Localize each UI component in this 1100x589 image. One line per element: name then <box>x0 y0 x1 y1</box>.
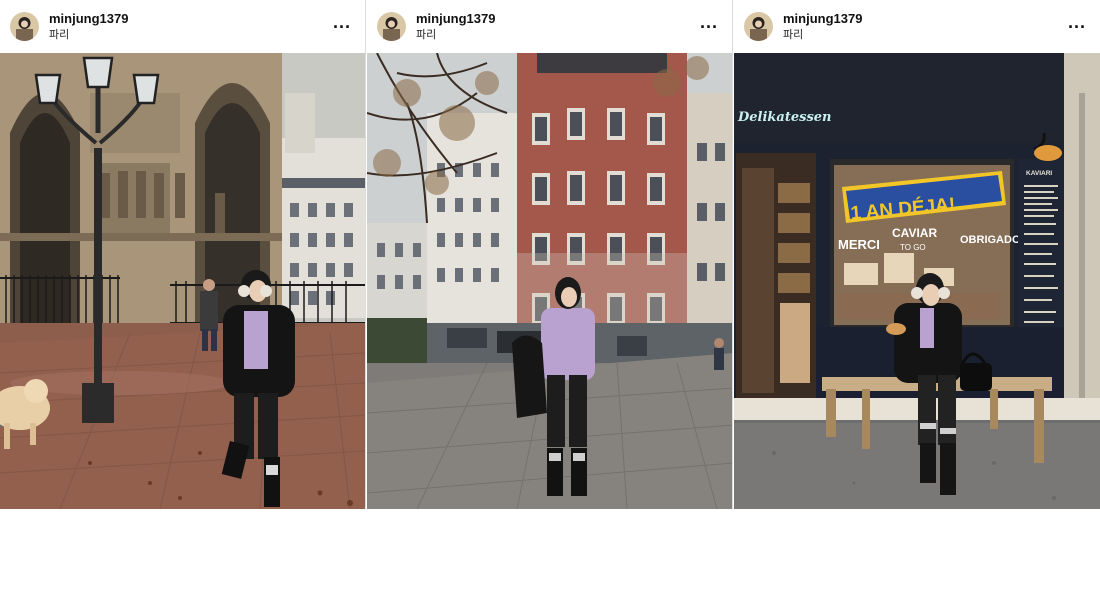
avatar[interactable] <box>377 12 406 41</box>
to-go-text: TO GO <box>900 243 926 252</box>
post-photo[interactable] <box>367 53 732 509</box>
caviar-text: CAVIAR <box>892 226 937 240</box>
more-horizontal-icon[interactable]: ··· <box>1064 14 1090 40</box>
post-meta: minjung1379 파리 <box>49 11 329 42</box>
post-meta: minjung1379 파리 <box>783 11 1064 42</box>
avatar[interactable] <box>744 12 773 41</box>
post-meta: minjung1379 파리 <box>416 11 696 42</box>
obrigado-text: OBRIGADO <box>960 234 1021 246</box>
username[interactable]: minjung1379 <box>783 11 1064 27</box>
more-horizontal-icon[interactable]: ··· <box>696 14 722 40</box>
post-card: minjung1379 파리 ··· <box>367 0 733 509</box>
username[interactable]: minjung1379 <box>416 11 696 27</box>
more-horizontal-icon[interactable]: ··· <box>329 14 355 40</box>
post-header: minjung1379 파리 ··· <box>734 0 1100 53</box>
post-card: minjung1379 파리 ··· <box>0 0 366 509</box>
kaviari-text: KAVIARI <box>1026 170 1052 177</box>
post-header: minjung1379 파리 ··· <box>0 0 365 53</box>
location-label[interactable]: 파리 <box>783 28 1064 42</box>
post-card: minjung1379 파리 ··· Delikatessen 1 AN DÉJ… <box>734 0 1100 509</box>
post-photo[interactable]: Delikatessen 1 AN DÉJA! CAVIAR TO GO MER… <box>734 53 1100 509</box>
location-label[interactable]: 파리 <box>416 28 696 42</box>
post-grid: minjung1379 파리 ··· minjung1379 파리 ··· mi… <box>0 0 1100 509</box>
deli-sign: Delikatessen <box>737 110 832 125</box>
post-photo[interactable] <box>0 53 365 509</box>
post-header: minjung1379 파리 ··· <box>367 0 732 53</box>
avatar[interactable] <box>10 12 39 41</box>
merci-text: MERCI <box>838 237 880 252</box>
location-label[interactable]: 파리 <box>49 28 329 42</box>
username[interactable]: minjung1379 <box>49 11 329 27</box>
